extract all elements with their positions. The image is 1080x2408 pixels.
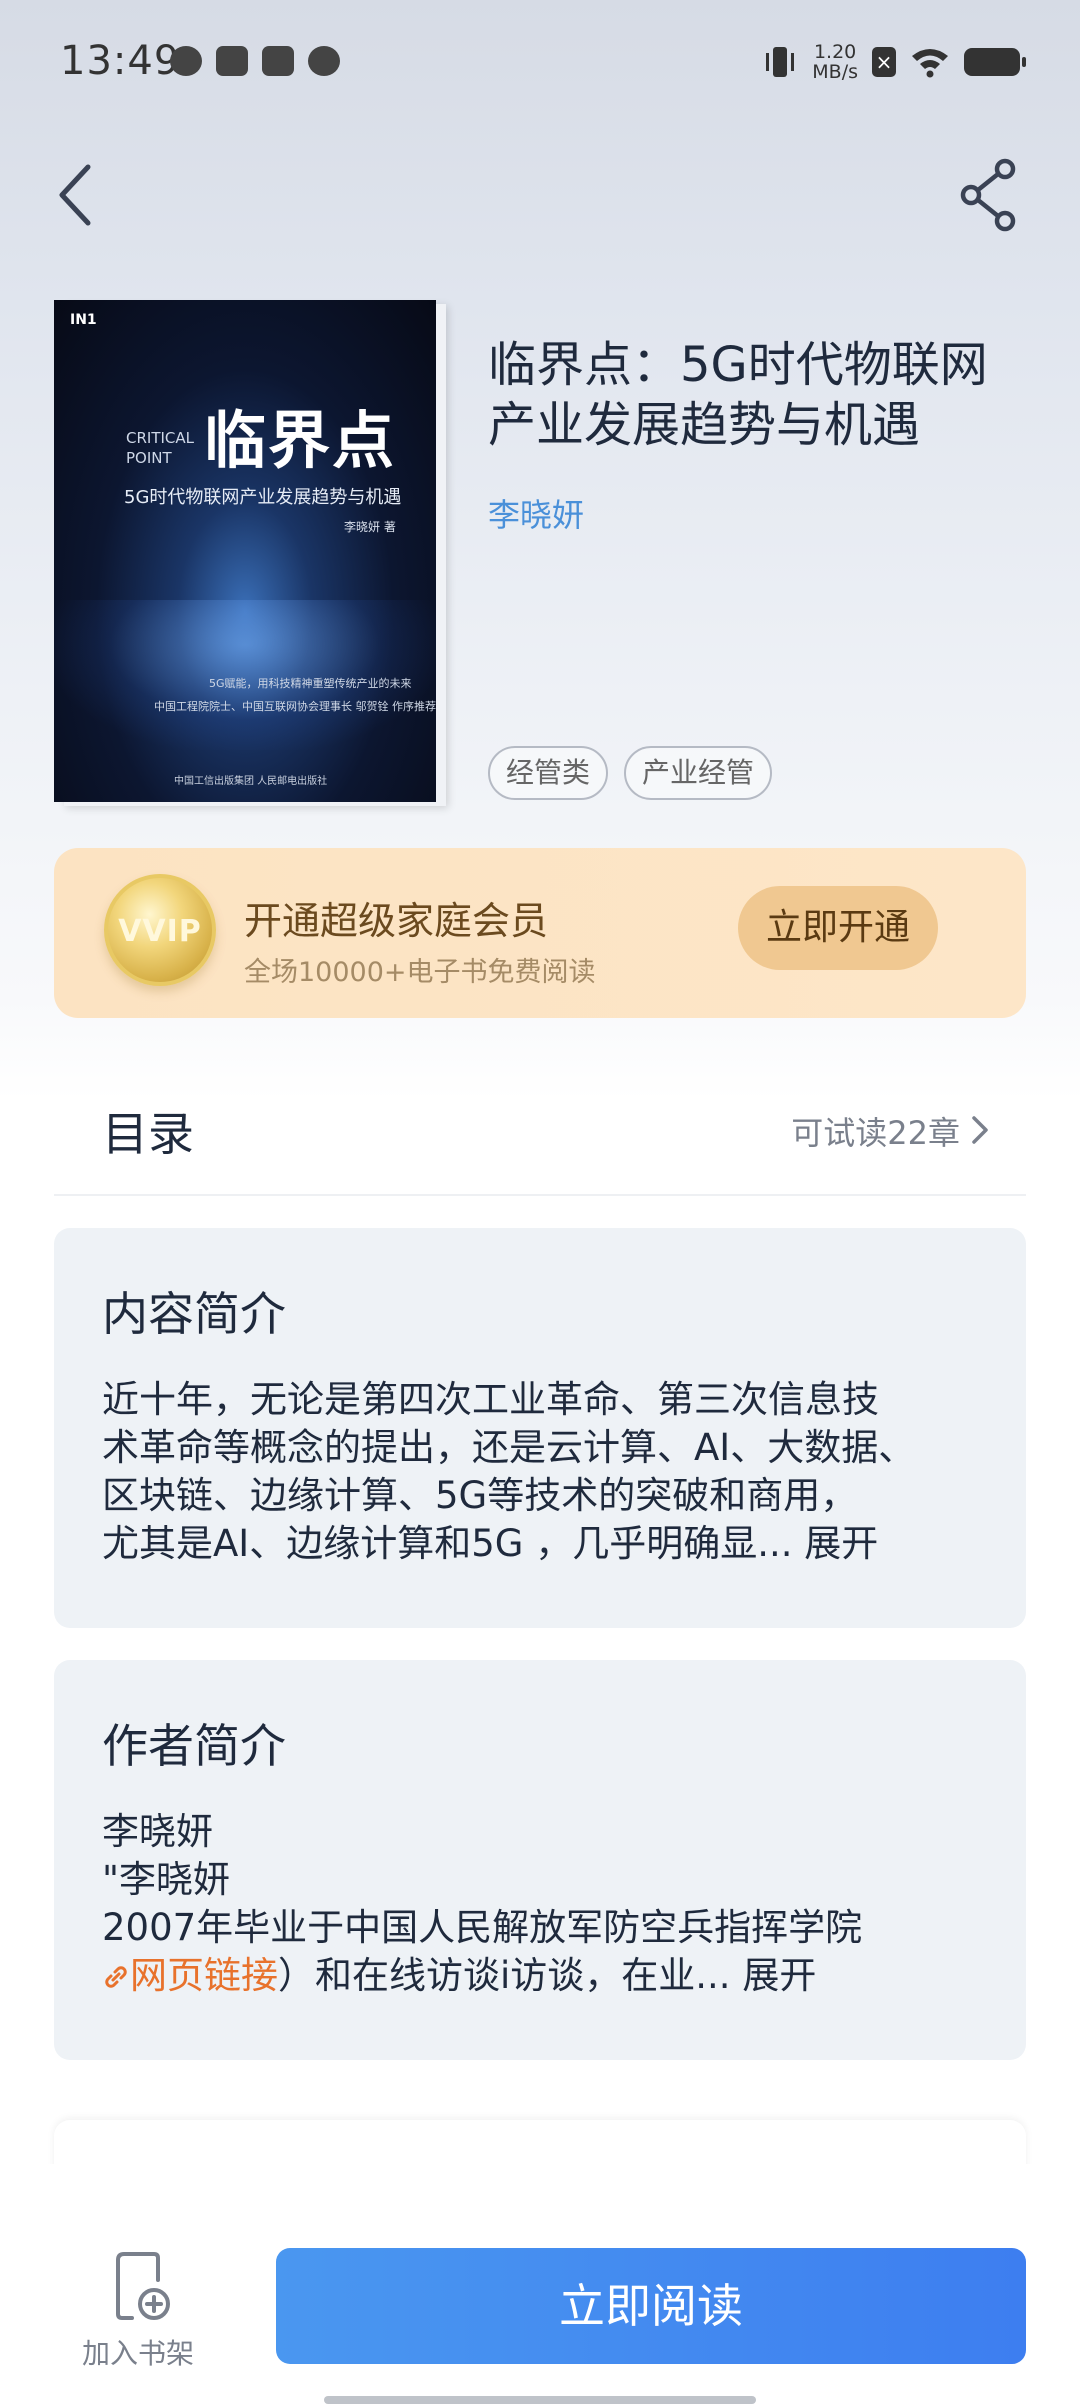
notification-icons xyxy=(170,46,340,76)
mail-notification-icon xyxy=(262,46,294,76)
author-line-after-link: ）和在线访谈i访谈，在业... xyxy=(278,1954,731,1997)
cover-author: 李晓妍 著 xyxy=(344,520,396,534)
author-intro-card: 作者简介 李晓妍 "李晓妍 2007年毕业于中国人民解放军防空兵指挥学院 网页链… xyxy=(54,1660,1026,2060)
read-now-button[interactable]: 立即阅读 xyxy=(276,2248,1026,2364)
cover-subtitle: 5G时代物联网产业发展趋势与机遇 xyxy=(124,487,402,508)
status-right: 1.20 MB/s × xyxy=(762,42,1026,82)
tag-chip[interactable]: 经管类 xyxy=(488,746,609,800)
status-bar: 13:49 1.20 MB/s × xyxy=(0,0,1080,130)
add-to-shelf-button[interactable]: 加入书架 xyxy=(68,2252,208,2382)
cover-title-en: CRITICAL POINT xyxy=(126,429,194,467)
vip-open-button[interactable]: 立即开通 xyxy=(738,886,938,970)
web-link-text: 网页链接 xyxy=(130,1954,278,1997)
tag-chip[interactable]: 产业经管 xyxy=(624,746,773,800)
vip-banner[interactable]: VVIP 开通超级家庭会员 全场10000+电子书免费阅读 立即开通 xyxy=(54,848,1026,1018)
intro-line: 区块链、边缘计算、5G等技术的突破和商用， xyxy=(102,1474,858,1517)
network-speed-unit: MB/s xyxy=(812,61,858,83)
chevron-right-icon xyxy=(972,1116,988,1144)
cover-publisher: 中国工信出版集团 人民邮电出版社 xyxy=(174,776,328,787)
author-line: 李晓妍 xyxy=(102,1810,213,1853)
content-intro-card: 内容简介 近十年，无论是第四次工业革命、第三次信息技 术革命等概念的提出，还是云… xyxy=(54,1228,1026,1628)
cat-notification-icon xyxy=(308,46,340,76)
intro-text[interactable]: 近十年，无论是第四次工业革命、第三次信息技 术革命等概念的提出，还是云计算、AI… xyxy=(102,1376,1002,1568)
inbox-notification-icon xyxy=(216,46,248,76)
intro-expand-link[interactable]: 展开 xyxy=(804,1522,878,1565)
no-sim-icon: × xyxy=(872,47,896,77)
catalog-trial-count: 可试读22章 xyxy=(791,1114,960,1152)
back-button[interactable] xyxy=(48,155,108,235)
cover-publisher-logo: IN1 xyxy=(70,312,97,328)
bottom-action-bar: 加入书架 立即阅读 xyxy=(0,2164,1080,2408)
wifi-icon xyxy=(912,49,948,78)
book-tags: 经管类 产业经管 xyxy=(488,746,773,800)
share-icon xyxy=(960,158,1016,232)
author-line-last: 网页链接）和在线访谈i访谈，在业... 展开 xyxy=(102,1952,1002,2000)
link-icon xyxy=(105,1966,127,1988)
network-speed-value: 1.20 xyxy=(813,41,857,63)
intro-title: 内容简介 xyxy=(102,1287,286,1341)
web-link[interactable]: 网页链接 xyxy=(102,1954,278,1997)
vibrate-icon xyxy=(766,47,795,77)
book-author[interactable]: 李晓妍 xyxy=(488,490,584,536)
share-button[interactable] xyxy=(955,155,1025,235)
cover-title: 临界点 xyxy=(204,404,397,477)
vip-coin-icon: VVIP xyxy=(104,874,216,986)
cover-blurb-2: 中国工程院院士、中国互联网协会理事长 邬贺铨 作序推荐 xyxy=(154,700,436,713)
add-to-shelf-icon xyxy=(116,2252,170,2320)
author-line: "李晓妍 xyxy=(102,1858,231,1901)
vip-subtitle: 全场10000+电子书免费阅读 xyxy=(244,957,596,988)
vip-coin-text: VVIP xyxy=(118,914,202,949)
book-cover[interactable]: IN1 CRITICAL POINT 临界点 5G时代物联网产业发展趋势与机遇 … xyxy=(54,300,436,802)
intro-line-last: 尤其是AI、边缘计算和5G ，几乎明确显... 展开 xyxy=(102,1520,1002,1568)
catalog-label: 目录 xyxy=(102,1107,194,1161)
add-to-shelf-label: 加入书架 xyxy=(81,2337,194,2370)
author-intro-title: 作者简介 xyxy=(102,1719,286,1773)
network-speed: 1.20 MB/s xyxy=(812,42,858,82)
intro-line: 术革命等概念的提出，还是云计算、AI、大数据、 xyxy=(102,1426,916,1469)
catalog-row[interactable]: 目录 可试读22章 xyxy=(54,1060,1026,1196)
status-time: 13:49 xyxy=(60,38,181,84)
intro-line: 近十年，无论是第四次工业革命、第三次信息技 xyxy=(102,1378,879,1421)
author-expand-link[interactable]: 展开 xyxy=(742,1954,816,1997)
battery-icon xyxy=(964,48,1026,76)
intro-line: 尤其是AI、边缘计算和5G ，几乎明确显... xyxy=(102,1522,793,1565)
cover-blurb-1: 5G赋能，用科技精神重塑传统产业的未来 xyxy=(209,677,412,690)
author-line: 2007年毕业于中国人民解放军防空兵指挥学院 xyxy=(102,1906,863,1949)
chevron-left-icon xyxy=(59,164,91,226)
author-intro-text[interactable]: 李晓妍 "李晓妍 2007年毕业于中国人民解放军防空兵指挥学院 网页链接）和在线… xyxy=(102,1808,1002,2000)
app-notification-icon xyxy=(170,46,202,76)
book-title: 临界点：5G时代物联网产业发展趋势与机遇 xyxy=(488,337,988,453)
home-indicator[interactable] xyxy=(324,2396,756,2404)
vip-title: 开通超级家庭会员 xyxy=(244,899,549,943)
